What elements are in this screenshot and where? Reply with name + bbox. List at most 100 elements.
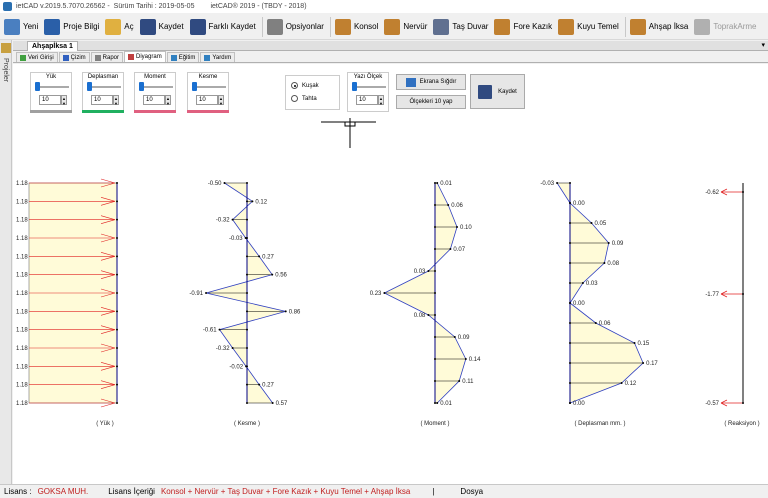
radio-tahta[interactable]: Tahta — [291, 95, 317, 102]
save-icon — [139, 18, 156, 35]
tab-label: Eğitim — [178, 54, 196, 61]
soil-reinforcement-icon — [694, 18, 711, 35]
doc-tab-ahsap-iksa[interactable]: Ahşapİksa 1 — [27, 41, 78, 51]
slider-track[interactable] — [139, 86, 173, 88]
slider-label: Moment — [144, 74, 166, 80]
text-scale-thumb[interactable] — [352, 82, 357, 91]
slider-thumb[interactable] — [87, 82, 92, 91]
slider-value-input[interactable]: 10 — [143, 95, 165, 105]
toolbar-gear-button[interactable]: Opsiyonlar — [265, 16, 328, 38]
slider-spinner[interactable]: ▲ ▼ — [61, 95, 67, 106]
tab-0[interactable]: Veri Girişi — [16, 52, 58, 62]
toolbar-timber-shoring-button[interactable]: Ahşap İksa — [628, 16, 693, 38]
slider-track[interactable] — [192, 86, 226, 88]
slider-label: Deplasman — [87, 74, 119, 80]
tab-label: Rapor — [102, 54, 120, 61]
toolbar-bored-pile-button[interactable]: Fore Kazık — [492, 16, 556, 38]
stone-wall-icon — [433, 18, 450, 35]
slider-2: Moment 10 ▲ ▼ — [134, 72, 176, 112]
tab-label: Çizim — [70, 54, 86, 61]
slider-track[interactable] — [35, 86, 69, 88]
status-separator: | — [432, 487, 435, 496]
diagram-save-button[interactable]: Kaydet — [470, 74, 525, 109]
toolbar-separator — [261, 16, 263, 37]
radio-tahta-dot[interactable] — [291, 95, 298, 102]
toolbar-open-folder-button[interactable]: Aç — [103, 16, 137, 38]
toolbar-label: Kuyu Temel — [577, 22, 619, 31]
slider-1: Deplasman 10 ▲ ▼ — [82, 72, 124, 112]
diagram-save-label: Kaydet — [498, 88, 517, 95]
license-content-value: Konsol + Nervür + Taş Duvar + Fore Kazık… — [160, 487, 411, 496]
text-scale-control: Yazı Ölçek 10 ▲ ▼ — [347, 72, 389, 112]
cantilever-wall-icon — [334, 18, 351, 35]
tab-5[interactable]: Yardım — [200, 52, 236, 62]
radio-kusak-dot[interactable] — [291, 82, 298, 89]
slider-spinner[interactable]: ▲ ▼ — [113, 95, 119, 106]
document-tabs: Ahşapİksa 1 ▾ — [13, 41, 768, 51]
slider-0: Yük 10 ▲ ▼ — [30, 72, 72, 112]
product-name: ietCAD® 2019 - (TBDY - 2018) — [210, 3, 307, 10]
diagram-canvas — [13, 64, 768, 484]
toolbar-label: ToprakArme — [713, 22, 757, 31]
tab-2[interactable]: Rapor — [90, 52, 124, 62]
well-foundation-icon — [558, 18, 575, 35]
toolbar-new-file-button[interactable]: Yeni — [2, 16, 42, 38]
toolbar-stone-wall-button[interactable]: Taş Duvar — [431, 16, 492, 38]
toolbar-cantilever-wall-button[interactable]: Konsol — [333, 16, 382, 38]
text-scale-input[interactable]: 10 — [356, 95, 378, 105]
radio-kusak-label: Kuşak — [302, 82, 319, 89]
radio-kusak[interactable]: Kuşak — [291, 82, 319, 89]
fit-to-screen-button[interactable]: Ekrana Sığdır — [396, 74, 466, 90]
slider-value-input[interactable]: 10 — [91, 95, 113, 105]
tab-4[interactable]: Eğitim — [166, 52, 200, 62]
projects-panel[interactable]: Projeler — [0, 40, 12, 484]
tab-1[interactable]: Çizim — [58, 52, 90, 62]
license-label: Lisans : — [4, 487, 32, 496]
toolbar-soil-reinforcement-button[interactable]: ToprakArme — [692, 16, 760, 38]
slider-value-input[interactable]: 10 — [39, 95, 61, 105]
toolbar-save-button[interactable]: Kaydet — [138, 16, 188, 38]
toolbar-label: Proje Bilgi — [63, 22, 100, 31]
slider-thumb[interactable] — [35, 82, 40, 91]
slider-thumb[interactable] — [192, 82, 197, 91]
toolbar-label: Yeni — [23, 22, 39, 31]
tab-3[interactable]: Diyagram — [124, 51, 166, 62]
slider-value-input[interactable]: 10 — [196, 95, 218, 105]
scale-10-label: Ölçekleri 10 yap — [409, 99, 453, 105]
tab-icon — [20, 54, 26, 61]
toolbar-save-as-button[interactable]: Farklı Kaydet — [188, 16, 260, 38]
toolbar-well-foundation-button[interactable]: Kuyu Temel — [556, 16, 623, 38]
slider-spinner[interactable]: ▲ ▼ — [165, 95, 171, 106]
toolbar-label: Konsol — [353, 22, 379, 31]
text-scale-spinner[interactable]: ▲ ▼ — [378, 95, 384, 106]
new-file-icon — [4, 18, 20, 35]
slider-thumb[interactable] — [139, 82, 144, 91]
slider-label: Yük — [45, 74, 57, 80]
toolbar-ribbed-wall-button[interactable]: Nervür — [382, 16, 431, 38]
scale-10-button[interactable]: Ölçekleri 10 yap — [396, 95, 466, 109]
save-icon — [478, 84, 493, 99]
tab-label: Veri Girişi — [28, 54, 54, 61]
tab-label: Yardım — [212, 54, 232, 61]
info-icon — [44, 18, 61, 35]
toolbar-info-button[interactable]: Proje Bilgi — [42, 16, 103, 38]
fit-screen-icon — [405, 77, 416, 87]
projects-label: Projeler — [2, 58, 9, 83]
tab-icon — [94, 54, 101, 61]
title-bar: ietCAD v.2019.5.7070.26562 - Sürüm Tarih… — [0, 0, 768, 13]
sub-tabs: Veri Girişi Çizim Rapor Diyagram Eğitim Yardı… — [13, 51, 768, 63]
tab-icon — [204, 54, 211, 61]
bored-pile-icon — [494, 18, 511, 35]
open-folder-icon — [105, 18, 122, 35]
gear-icon — [266, 18, 283, 35]
layout-radio-group: Kuşak Tahta — [285, 75, 340, 110]
chevron-down-icon[interactable]: ▾ — [761, 41, 765, 49]
timber-shoring-icon — [629, 18, 646, 35]
slider-color-bar — [187, 110, 229, 113]
slider-track[interactable] — [87, 86, 121, 88]
status-bar: Lisans : GOKSA MUH. Lisans İçeriği Konso… — [0, 484, 768, 498]
slider-color-bar — [134, 110, 176, 113]
slider-spinner[interactable]: ▲ ▼ — [218, 95, 224, 106]
text-scale-track[interactable] — [352, 86, 386, 88]
save-as-icon — [189, 18, 206, 35]
